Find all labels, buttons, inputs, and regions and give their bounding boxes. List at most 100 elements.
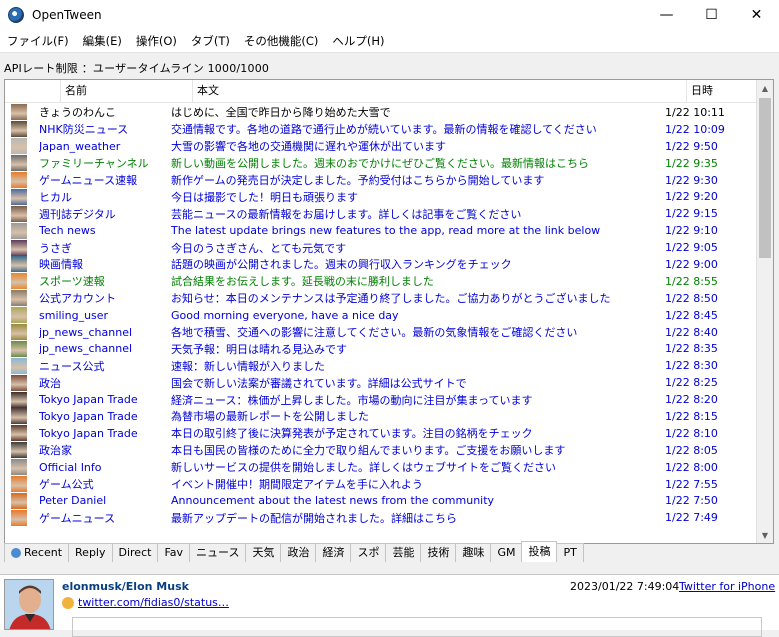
user-avatar[interactable] xyxy=(11,374,27,391)
table-row[interactable]: ファミリーチャンネル 新しい動画を公開しました。週末のおでかけにぜひご覧ください。… xyxy=(5,155,757,172)
menu-tab[interactable]: タブ(T) xyxy=(184,33,237,49)
timeline-tab[interactable]: 経済 xyxy=(315,543,352,562)
table-row[interactable]: 公式アカウント お知らせ：本日のメンテナンスは予定通り終了しました。ご協力ありがと… xyxy=(5,290,757,307)
timeline-tab[interactable]: 政治 xyxy=(280,543,317,562)
read-mark-icon xyxy=(29,311,37,319)
user-avatar[interactable] xyxy=(11,172,27,188)
close-button[interactable]: ✕ xyxy=(734,0,779,30)
menu-file[interactable]: ファイル(F) xyxy=(0,33,76,49)
timeline-tab[interactable]: Direct xyxy=(111,543,159,562)
table-row[interactable]: きょうのわんこ はじめに、全国で昨日から降り始めた大雪で 1/22 10:11 xyxy=(5,104,757,121)
user-avatar[interactable] xyxy=(11,256,27,273)
header-date[interactable]: 日時 xyxy=(687,80,757,102)
timeline-tab[interactable]: 趣味 xyxy=(455,543,492,562)
user-avatar[interactable] xyxy=(11,425,27,442)
table-row[interactable]: jp_news_channel 各地で積雪、交通への影響に注意してください。最新の… xyxy=(5,324,757,341)
user-avatar[interactable] xyxy=(11,205,27,222)
tweet-datetime: 2023/01/22 7:49:04 xyxy=(570,580,680,593)
timeline-tab[interactable]: GM xyxy=(490,543,523,562)
user-avatar[interactable] xyxy=(11,408,27,425)
row-name: 政治家 xyxy=(39,444,72,458)
user-avatar[interactable] xyxy=(11,492,27,509)
header-text[interactable]: 本文 xyxy=(193,80,687,102)
vertical-scrollbar[interactable]: ▲ ▼ xyxy=(756,80,773,543)
timeline-tab[interactable]: Reply xyxy=(68,543,113,562)
scroll-thumb[interactable] xyxy=(759,98,771,258)
user-avatar[interactable] xyxy=(11,155,27,172)
menu-other[interactable]: その他機能(C) xyxy=(237,33,326,49)
user-avatar[interactable] xyxy=(11,222,27,239)
timeline-tab[interactable]: スポ xyxy=(350,543,387,562)
user-avatar[interactable] xyxy=(11,104,27,121)
user-avatar[interactable] xyxy=(11,273,27,290)
user-avatar[interactable] xyxy=(11,121,27,138)
user-avatar[interactable] xyxy=(11,509,27,526)
row-date: 1/22 9:30 xyxy=(665,173,718,187)
menu-operation[interactable]: 操作(O) xyxy=(129,33,184,49)
header-name[interactable]: 名前 xyxy=(61,80,193,102)
user-avatar[interactable] xyxy=(11,476,27,493)
timeline-tab[interactable]: Fav xyxy=(157,543,191,562)
table-row[interactable]: ゲームニュース 最新アップデートの配信が開始されました。詳細はこちら 1/22 7:… xyxy=(5,509,757,526)
table-row[interactable]: Tokyo Japan Trade 本日の取引終了後に決算発表が予定されています。… xyxy=(5,425,757,442)
table-row[interactable]: 政治家 本日も国民の皆様のために全力で取り組んでまいります。ご支援をお願いします 1… xyxy=(5,442,757,459)
table-row[interactable]: NHK防災ニュース 交通情報です。各地の道路で通行止めが続いています。最新の情報を… xyxy=(5,121,757,138)
row-date: 1/22 9:15 xyxy=(665,207,718,221)
tab-label: ニュース xyxy=(196,546,240,559)
timeline-tab[interactable]: PT xyxy=(556,543,584,562)
tweet-link[interactable]: twitter.com/fidias0/status… xyxy=(78,596,229,609)
menu-bar: ファイル(F) 編集(E) 操作(O) タブ(T) その他機能(C) ヘルプ(H… xyxy=(0,30,779,53)
user-avatar[interactable] xyxy=(11,459,27,476)
menu-help[interactable]: ヘルプ(H) xyxy=(325,33,391,49)
table-row[interactable]: Tokyo Japan Trade 為替市場の最新レポートを公開しました 1/22 … xyxy=(5,408,757,425)
scroll-up-icon[interactable]: ▲ xyxy=(757,80,773,96)
read-mark-icon xyxy=(29,142,37,150)
table-row[interactable]: ヒカル 今日は撮影でした！明日も頑張ります 1/22 9:20 xyxy=(5,188,757,205)
user-avatar[interactable] xyxy=(11,357,27,374)
table-row[interactable]: Peter Daniel Announcement about the lates… xyxy=(5,492,757,509)
user-avatar[interactable] xyxy=(11,307,27,324)
timeline-tab[interactable]: 投稿 xyxy=(521,541,558,562)
table-row[interactable]: 映画情報 話題の映画が公開されました。週末の興行収入ランキングをチェック 1/22 … xyxy=(5,256,757,273)
table-row[interactable]: ゲームニュース速報 新作ゲームの発売日が決定しました。予約受付はこちらから開始して… xyxy=(5,172,757,189)
table-row[interactable]: 政治 国会で新しい法案が審議されています。詳細は公式サイトで 1/22 8:25 xyxy=(5,374,757,391)
table-row[interactable]: Japan_weather 大雪の影響で各地の交通機関に遅れや運休が出ています 1/… xyxy=(5,138,757,155)
author-avatar[interactable] xyxy=(4,579,54,630)
row-name: うさぎ xyxy=(39,241,72,255)
user-avatar[interactable] xyxy=(11,188,27,205)
table-row[interactable]: smiling_user Good morning everyone, have … xyxy=(5,307,757,324)
timeline-tab[interactable]: 天気 xyxy=(245,543,282,562)
row-text: イベント開催中！期間限定アイテムを手に入れよう xyxy=(171,478,423,492)
user-avatar[interactable] xyxy=(11,391,27,408)
table-row[interactable]: Tokyo Japan Trade 経済ニュース：株価が上昇しました。市場の動向に… xyxy=(5,391,757,408)
user-avatar[interactable] xyxy=(11,340,27,357)
table-row[interactable]: ゲーム公式 イベント開催中！期間限定アイテムを手に入れよう 1/22 7:55 xyxy=(5,476,757,493)
author-name[interactable]: elonmusk/Elon Musk xyxy=(62,580,189,593)
timeline-tab[interactable]: ニュース xyxy=(189,543,247,562)
timeline-tab[interactable]: Recent xyxy=(4,543,70,562)
table-row[interactable]: 週刊誌デジタル 芸能ニュースの最新情報をお届けします。詳しくは記事をご覧ください 1… xyxy=(5,205,757,222)
minimize-button[interactable]: — xyxy=(644,0,689,30)
user-avatar[interactable] xyxy=(11,442,27,459)
timeline-tab[interactable]: 技術 xyxy=(420,543,457,562)
menu-edit[interactable]: 編集(E) xyxy=(76,33,129,49)
scroll-down-icon[interactable]: ▼ xyxy=(757,527,773,543)
user-avatar[interactable] xyxy=(11,290,27,307)
timeline-tab[interactable]: 芸能 xyxy=(385,543,422,562)
table-row[interactable]: jp_news_channel 天気予報：明日は晴れる見込みです 1/22 8:35 xyxy=(5,340,757,357)
table-row[interactable]: Tech news The latest update brings new fe… xyxy=(5,222,757,239)
table-row[interactable]: Official Info 新しいサービスの提供を開始しました。詳しくはウェブサイ… xyxy=(5,459,757,476)
row-name: きょうのわんこ xyxy=(39,106,116,120)
table-row[interactable]: スポーツ速報 試合結果をお伝えします。延長戦の末に勝利しました 1/22 8:55 xyxy=(5,273,757,290)
tweet-source-link[interactable]: Twitter for iPhone xyxy=(679,580,775,593)
user-avatar[interactable] xyxy=(11,239,27,256)
timeline-tabs: Recent Reply Direct Fav ニュース 天気 政治 経済 スポ 芸能 技術 趣味 GM… xyxy=(4,541,584,563)
tab-label: 芸能 xyxy=(392,546,415,559)
user-avatar[interactable] xyxy=(11,324,27,341)
read-mark-icon xyxy=(29,429,37,437)
timeline-list[interactable]: 名前 本文 日時 きょうのわんこ はじめに、全国で昨日から降り始めた大雪で 1/22… xyxy=(4,79,774,544)
table-row[interactable]: うさぎ 今日のうさぎさん、とても元気です 1/22 9:05 xyxy=(5,239,757,256)
table-row[interactable]: ニュース公式 速報：新しい情報が入りました 1/22 8:30 xyxy=(5,357,757,374)
maximize-button[interactable]: ☐ xyxy=(689,0,734,30)
user-avatar[interactable] xyxy=(11,138,27,155)
